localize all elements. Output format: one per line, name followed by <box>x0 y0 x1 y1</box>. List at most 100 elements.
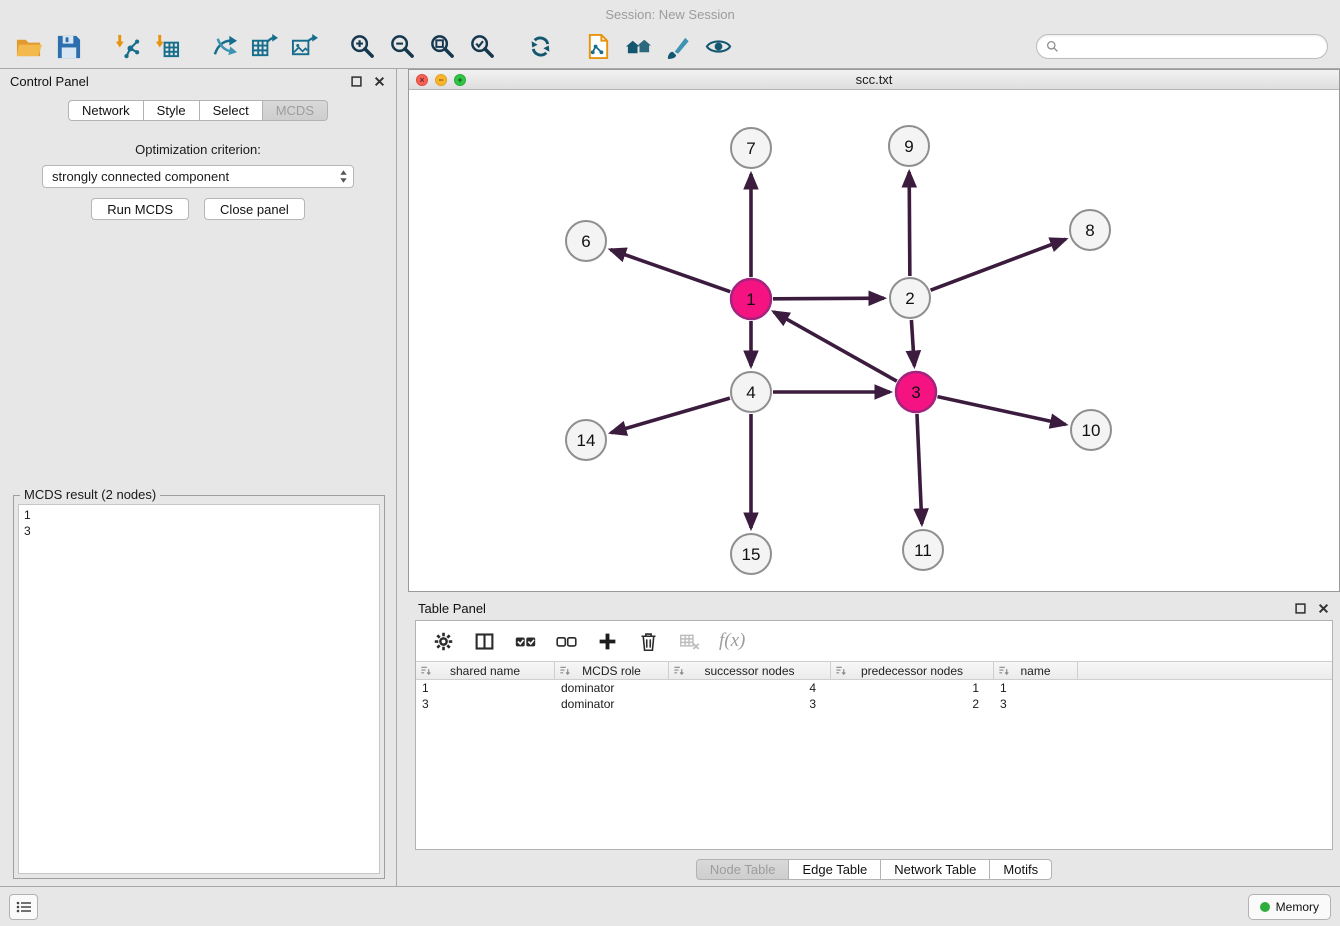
node-11[interactable]: 11 <box>903 530 943 570</box>
import-table-button[interactable] <box>150 30 182 62</box>
network-window-close-button[interactable]: × <box>416 74 428 86</box>
edge-3-10[interactable] <box>937 397 1065 425</box>
control-panel: Control Panel NetworkStyleSelectMCDS Opt… <box>0 69 397 886</box>
edge-3-11[interactable] <box>917 414 922 524</box>
tab-network-table[interactable]: Network Table <box>881 859 990 880</box>
select-all-button[interactable] <box>512 628 538 654</box>
tab-motifs[interactable]: Motifs <box>990 859 1052 880</box>
cell-name[interactable]: 3 <box>994 696 1078 712</box>
node-label: 15 <box>742 545 761 564</box>
search-input[interactable] <box>1064 36 1318 56</box>
edge-2-3[interactable] <box>911 320 914 366</box>
network-view-panel: × − + scc.txt 7 9 6 8 1 2 4 3 14 10 15 11 <box>408 69 1340 592</box>
node-14[interactable]: 14 <box>566 420 606 460</box>
trash-button[interactable] <box>635 628 661 654</box>
close-panel-button[interactable]: Close panel <box>204 198 305 220</box>
style-brush-button[interactable] <box>662 30 694 62</box>
cell-shared-name[interactable]: 3 <box>416 696 555 712</box>
table-row[interactable]: 3dominator323 <box>416 696 1332 712</box>
node-1[interactable]: 1 <box>731 279 771 319</box>
table-row[interactable]: 1dominator411 <box>416 680 1332 696</box>
tab-edge-table[interactable]: Edge Table <box>789 859 881 880</box>
node-10[interactable]: 10 <box>1071 410 1111 450</box>
node-4[interactable]: 4 <box>731 372 771 412</box>
control-panel-float-icon[interactable] <box>350 75 363 88</box>
node-7[interactable]: 7 <box>731 128 771 168</box>
edge-3-1[interactable] <box>774 312 897 381</box>
save-button[interactable] <box>52 30 84 62</box>
network-overview-button[interactable] <box>622 30 654 62</box>
control-panel-close-icon[interactable] <box>373 75 386 88</box>
open-folder-button[interactable] <box>12 30 44 62</box>
memory-button-label: Memory <box>1276 900 1319 914</box>
sort-icon <box>998 665 1009 676</box>
show-panels-button[interactable] <box>9 894 38 920</box>
export-table-button[interactable] <box>248 30 280 62</box>
gear-button[interactable] <box>430 628 456 654</box>
cell-successor-nodes[interactable]: 3 <box>669 696 831 712</box>
node-label: 14 <box>577 431 596 450</box>
table-panel-float-icon[interactable] <box>1294 602 1307 615</box>
network-canvas[interactable]: 7 9 6 8 1 2 4 3 14 10 15 11 <box>409 90 1339 591</box>
tab-node-table[interactable]: Node Table <box>696 859 790 880</box>
cell-shared-name[interactable]: 1 <box>416 680 555 696</box>
cell-predecessor-nodes[interactable]: 2 <box>831 696 994 712</box>
node-3[interactable]: 3 <box>896 372 936 412</box>
edge-1-6[interactable] <box>611 250 731 292</box>
optimization-criterion-select[interactable]: strongly connected component <box>42 165 354 188</box>
deselect-all-button[interactable] <box>553 628 579 654</box>
main-toolbar <box>0 24 1340 69</box>
mcds-result-text[interactable]: 1 3 <box>18 504 380 874</box>
node-8[interactable]: 8 <box>1070 210 1110 250</box>
column-header-predecessor-nodes[interactable]: predecessor nodes <box>831 662 994 679</box>
column-header-label: MCDS role <box>582 664 641 678</box>
edge-2-8[interactable] <box>931 239 1066 290</box>
columns-button[interactable] <box>471 628 497 654</box>
node-2[interactable]: 2 <box>890 278 930 318</box>
add-button[interactable] <box>594 628 620 654</box>
tab-style[interactable]: Style <box>144 100 200 121</box>
memory-button[interactable]: Memory <box>1248 894 1331 920</box>
zoom-out-button[interactable] <box>386 30 418 62</box>
table-panel-close-icon[interactable] <box>1317 602 1330 615</box>
column-header-name[interactable]: name <box>994 662 1078 679</box>
zoom-selected-button[interactable] <box>466 30 498 62</box>
eye-button[interactable] <box>702 30 734 62</box>
column-header-mcds-role[interactable]: MCDS role <box>555 662 669 679</box>
node-9[interactable]: 9 <box>889 126 929 166</box>
trash-icon <box>638 631 659 652</box>
cell-successor-nodes[interactable]: 4 <box>669 680 831 696</box>
edge-4-14[interactable] <box>611 398 730 433</box>
search-box[interactable] <box>1036 34 1328 59</box>
network-window-minimize-button[interactable]: − <box>435 74 447 86</box>
tab-select[interactable]: Select <box>200 100 263 121</box>
cell-predecessor-nodes[interactable]: 1 <box>831 680 994 696</box>
function-builder-icon[interactable]: f(x) <box>719 630 745 652</box>
tab-network[interactable]: Network <box>68 100 144 121</box>
export-network-button[interactable] <box>208 30 240 62</box>
zoom-in-button[interactable] <box>346 30 378 62</box>
node-label: 10 <box>1082 421 1101 440</box>
node-15[interactable]: 15 <box>731 534 771 574</box>
refresh-button[interactable] <box>524 30 556 62</box>
column-header-successor-nodes[interactable]: successor nodes <box>669 662 831 679</box>
run-mcds-button[interactable]: Run MCDS <box>91 198 189 220</box>
cell-mcds-role[interactable]: dominator <box>555 696 669 712</box>
network-window-titlebar[interactable]: × − + scc.txt <box>409 70 1339 90</box>
new-network-from-selection-button[interactable] <box>582 30 614 62</box>
edge-2-9[interactable] <box>909 172 910 276</box>
edge-1-2[interactable] <box>773 298 884 299</box>
table-rows: 1dominator4113dominator323 <box>416 680 1332 712</box>
network-window-zoom-button[interactable]: + <box>454 74 466 86</box>
tab-mcds[interactable]: MCDS <box>263 100 328 121</box>
column-header-shared-name[interactable]: shared name <box>416 662 555 679</box>
delete-table-button[interactable] <box>676 628 702 654</box>
zoom-fit-button[interactable] <box>426 30 458 62</box>
memory-status-icon <box>1260 902 1270 912</box>
import-network-button[interactable] <box>110 30 142 62</box>
cell-mcds-role[interactable]: dominator <box>555 680 669 696</box>
cell-name[interactable]: 1 <box>994 680 1078 696</box>
toolbar-group <box>110 30 182 62</box>
node-6[interactable]: 6 <box>566 221 606 261</box>
export-image-button[interactable] <box>288 30 320 62</box>
